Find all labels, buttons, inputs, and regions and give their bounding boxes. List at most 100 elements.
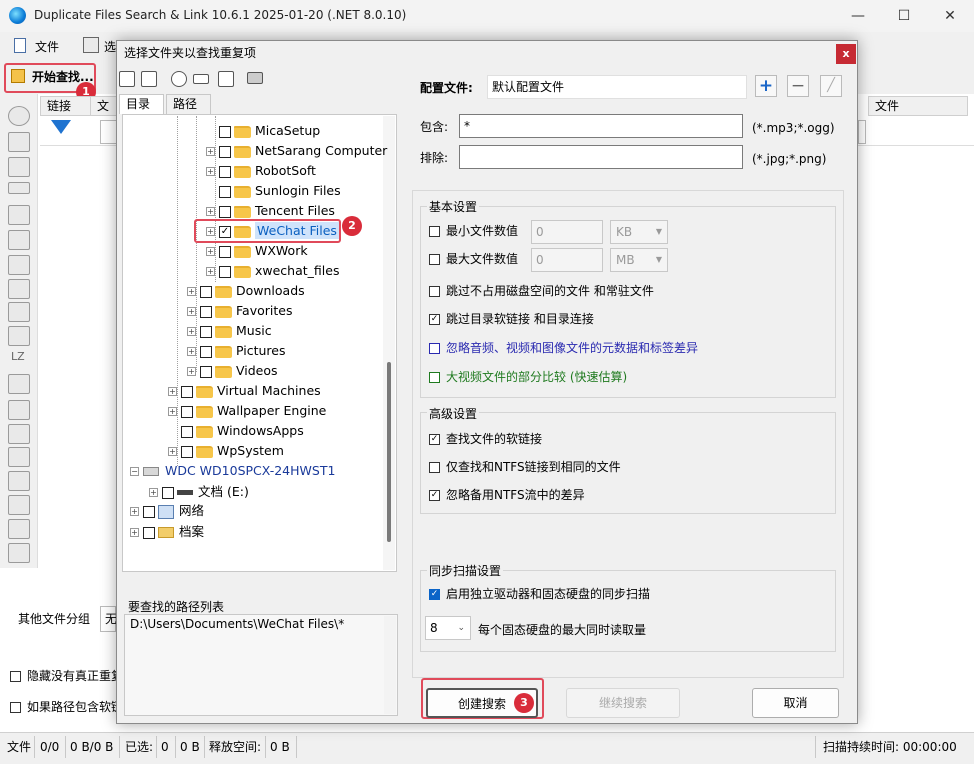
usb-drive-icon[interactable] xyxy=(218,71,234,87)
tree-checkbox-checked[interactable]: ✓ xyxy=(219,225,231,238)
expand-icon[interactable]: + xyxy=(206,147,215,156)
tree-checkbox[interactable] xyxy=(200,345,212,358)
tree-checkbox[interactable] xyxy=(143,526,155,539)
expand-icon[interactable]: + xyxy=(130,507,139,516)
tree-checkbox[interactable] xyxy=(219,145,231,158)
filter-icon[interactable] xyxy=(51,120,71,134)
disk-icon[interactable] xyxy=(247,72,263,84)
tree-check-icon[interactable] xyxy=(8,230,30,250)
copy-icon[interactable] xyxy=(8,132,30,152)
cancel-button[interactable]: 取消 xyxy=(752,688,839,718)
copy-stack-icon[interactable] xyxy=(8,157,30,177)
tree-item[interactable]: + 网络 xyxy=(130,501,204,521)
ignore-meta-option[interactable]: 忽略音频、视频和图像文件的元数据和标签差异 xyxy=(429,338,698,358)
tree-checkbox[interactable] xyxy=(200,285,212,298)
drive-icon[interactable] xyxy=(193,74,209,84)
tree-checkbox[interactable] xyxy=(219,265,231,278)
menu-select[interactable]: 选 xyxy=(104,38,116,55)
column-link[interactable]: 链接 xyxy=(40,96,92,116)
min-size-checkbox[interactable] xyxy=(429,226,440,237)
close-window-button[interactable]: ✕ xyxy=(927,0,973,32)
expand-icon[interactable]: + xyxy=(168,407,177,416)
remove-config-button[interactable]: − xyxy=(787,75,809,97)
tree-item[interactable]: + Virtual Machines xyxy=(168,381,321,401)
tree-item[interactable]: + 档案 xyxy=(130,522,204,542)
add-config-button[interactable]: + xyxy=(755,75,777,97)
expand-icon[interactable]: + xyxy=(168,447,177,456)
list-split-icon[interactable] xyxy=(8,495,30,515)
tree-item[interactable]: + RobotSoft xyxy=(206,161,316,181)
exclude-input[interactable] xyxy=(459,145,743,169)
expand-icon[interactable]: + xyxy=(206,167,215,176)
tree-item[interactable]: Sunlogin Files xyxy=(206,181,341,201)
min-size-input[interactable]: 0 xyxy=(531,220,603,244)
tree-item[interactable]: + Videos xyxy=(187,361,278,381)
link-icon[interactable] xyxy=(8,182,30,194)
copy-paths-icon[interactable] xyxy=(119,71,135,87)
tree-item[interactable]: + Wallpaper Engine xyxy=(168,401,326,421)
menu-file[interactable]: 文件 xyxy=(35,38,59,55)
expand-icon[interactable]: + xyxy=(130,528,139,537)
tree-item[interactable]: + WpSystem xyxy=(168,441,284,461)
expand-icon[interactable]: + xyxy=(187,347,196,356)
partial-compare-checkbox[interactable] xyxy=(429,372,440,383)
tree-checkbox[interactable] xyxy=(181,425,193,438)
continue-search-button[interactable]: 继续搜索 xyxy=(566,688,680,718)
tree-scroll-thumb[interactable] xyxy=(387,362,391,542)
ignore-meta-checkbox[interactable] xyxy=(429,343,440,354)
readers-select[interactable]: 8 ⌄ xyxy=(425,616,471,640)
min-size-option[interactable]: 最小文件数值 xyxy=(429,221,518,241)
tree-item[interactable]: + 文档 (E:) xyxy=(149,482,249,502)
tree-checkbox[interactable] xyxy=(181,445,193,458)
list-merge-icon[interactable] xyxy=(8,519,30,539)
skip-no-space-option[interactable]: 跳过不占用磁盘空间的文件 和常驻文件 xyxy=(429,281,654,301)
skip-no-space-checkbox[interactable] xyxy=(429,286,440,297)
expand-icon[interactable]: + xyxy=(168,387,177,396)
column-file-right[interactable]: 文件 xyxy=(868,96,968,116)
tab-directory[interactable]: 目录 xyxy=(119,94,164,114)
expand-icon[interactable]: + xyxy=(206,267,215,276)
tree-checkbox[interactable] xyxy=(219,185,231,198)
tree-item[interactable]: + Tencent Files xyxy=(206,201,335,221)
tree-item[interactable]: WindowsApps xyxy=(168,421,304,441)
tree-checkbox[interactable] xyxy=(162,486,174,499)
sync-enable-checkbox[interactable]: ✓ xyxy=(429,589,440,600)
eye-icon[interactable] xyxy=(8,106,30,126)
expand-icon[interactable]: + xyxy=(187,307,196,316)
move-out-icon[interactable] xyxy=(8,326,30,346)
tree-move-icon[interactable] xyxy=(8,255,30,275)
config-select[interactable]: 默认配置文件 xyxy=(487,75,747,99)
tree-item[interactable]: + Pictures xyxy=(187,341,286,361)
skip-dir-links-option[interactable]: ✓ 跳过目录软链接 和目录连接 xyxy=(429,309,594,329)
only-ntfs-option[interactable]: 仅查找和NTFS链接到相同的文件 xyxy=(429,457,621,477)
tree-item[interactable]: + Downloads xyxy=(187,281,305,301)
ignore-ntfs-streams-checkbox[interactable]: ✓ xyxy=(429,490,440,501)
tree-checkbox[interactable] xyxy=(200,325,212,338)
tab-path[interactable]: 路径 xyxy=(166,94,211,114)
expand-icon[interactable]: + xyxy=(187,287,196,296)
list-ops-icon[interactable] xyxy=(8,471,30,491)
filter-input-right[interactable] xyxy=(858,120,866,144)
minimize-button[interactable]: — xyxy=(835,0,881,32)
network-drive-icon[interactable] xyxy=(171,71,187,87)
hide-option[interactable]: 隐藏没有真正重复 xyxy=(10,666,116,686)
sync-enable-option[interactable]: ✓ 启用独立驱动器和固态硬盘的同步扫描 xyxy=(429,584,650,604)
max-size-input[interactable]: 0 xyxy=(531,248,603,272)
expand-icon[interactable]: + xyxy=(206,207,215,216)
tree-item-selected[interactable]: + ✓ WeChat Files xyxy=(206,221,339,241)
list-lines-icon[interactable] xyxy=(8,447,30,467)
grid-icon[interactable] xyxy=(8,543,30,563)
tree-item[interactable]: + xwechat_files xyxy=(206,261,339,281)
list-filter-icon[interactable] xyxy=(8,424,30,444)
partial-compare-option[interactable]: 大视频文件的部分比较 (快速估算) xyxy=(429,367,627,387)
find-symlinks-checkbox[interactable]: ✓ xyxy=(429,434,440,445)
expand-icon[interactable]: + xyxy=(187,367,196,376)
path-list-scrollbar[interactable] xyxy=(384,616,396,714)
ignore-ntfs-streams-option[interactable]: ✓ 忽略备用NTFS流中的差异 xyxy=(429,485,585,505)
tree-item[interactable]: MicaSetup xyxy=(206,121,320,141)
tree-item[interactable]: + WXWork xyxy=(206,241,308,261)
skip-dir-links-checkbox[interactable]: ✓ xyxy=(429,314,440,325)
tree-checkbox[interactable] xyxy=(200,365,212,378)
tree-checkbox[interactable] xyxy=(181,405,193,418)
find-symlinks-option[interactable]: ✓ 查找文件的软链接 xyxy=(429,429,542,449)
